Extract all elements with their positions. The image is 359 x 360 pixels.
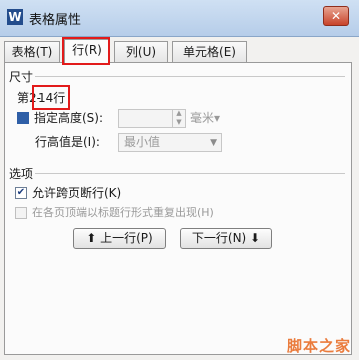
title-bar: W 表格属性 ✕ xyxy=(0,0,359,37)
dialog-body: 表格(T) 行(R) 列(U) 单元格(E) 尺寸 第2- 14行 指定高度(S… xyxy=(0,37,359,360)
options-section-heading: 选项 xyxy=(9,167,34,181)
tab-panel-row: 尺寸 第2- 14行 指定高度(S): ▲ ▼ 毫米▾ 行高值是(I): 最小值 … xyxy=(4,62,352,355)
height-spinner[interactable]: ▲ ▼ xyxy=(172,109,185,128)
tab-row-highlight xyxy=(62,37,110,65)
repeat-header-label: 在各页顶端以标题行形式重复出现(H) xyxy=(32,206,214,219)
row-range-highlight xyxy=(32,85,70,110)
chevron-down-icon: ▼ xyxy=(210,138,217,148)
options-section-divider xyxy=(35,173,345,174)
allow-break-label: 允许跨页断行(K) xyxy=(32,186,122,200)
unit-dropdown[interactable]: 毫米▾ xyxy=(190,110,220,126)
allow-break-checkbox[interactable]: ✔ xyxy=(15,187,27,199)
next-row-button[interactable]: 下一行(N) ⬇ xyxy=(180,228,272,249)
repeat-header-checkbox[interactable] xyxy=(15,207,27,219)
size-section-divider xyxy=(35,76,345,77)
row-height-mode-select[interactable]: 最小值 ▼ xyxy=(118,133,222,152)
specify-height-label: 指定高度(S): xyxy=(34,111,104,125)
height-value-input[interactable]: ▲ ▼ xyxy=(118,109,186,128)
site-watermark: 脚本之家 xyxy=(286,337,351,355)
specify-height-checkbox[interactable] xyxy=(17,112,29,124)
row-height-is-label: 行高值是(I): xyxy=(35,135,100,149)
previous-row-button[interactable]: ⬆ 上一行(P) xyxy=(73,228,166,249)
tab-cell[interactable]: 单元格(E) xyxy=(172,41,247,62)
tab-table[interactable]: 表格(T) xyxy=(4,41,60,62)
window-title: 表格属性 xyxy=(29,13,82,28)
close-button[interactable]: ✕ xyxy=(323,6,349,26)
wps-writer-app-icon: W xyxy=(7,9,23,25)
tab-column[interactable]: 列(U) xyxy=(114,41,168,62)
size-section-heading: 尺寸 xyxy=(9,70,34,84)
